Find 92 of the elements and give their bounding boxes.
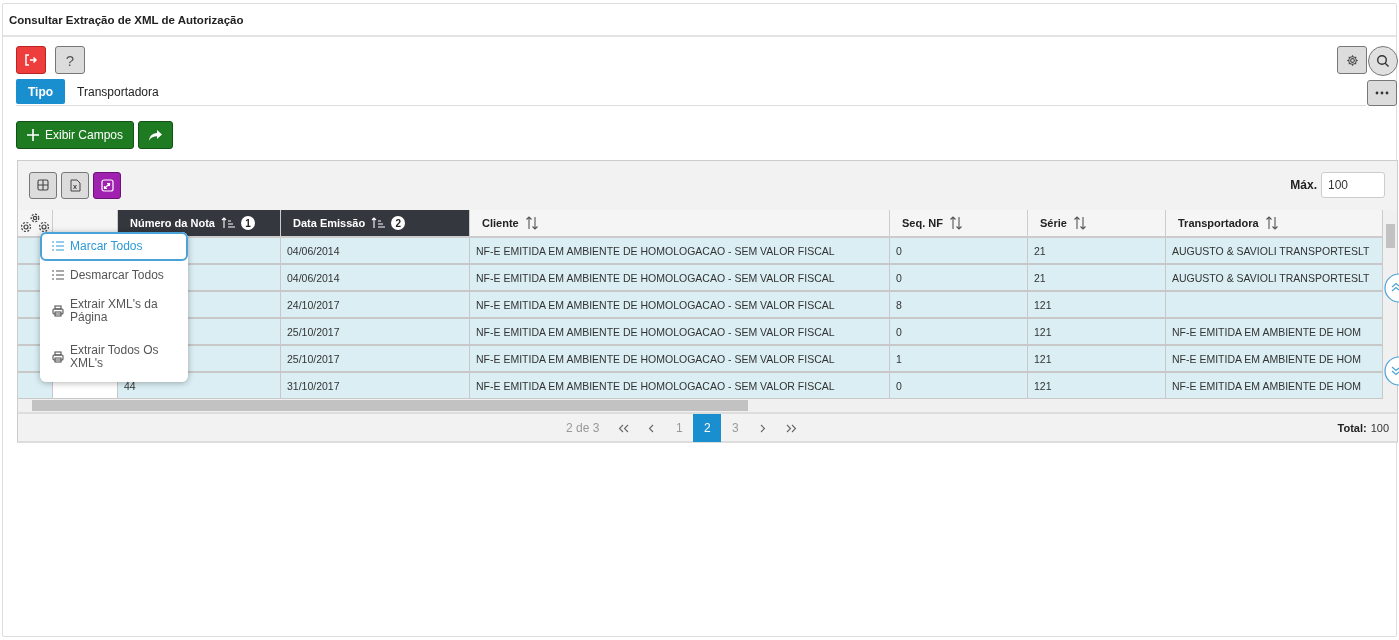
table-cell: 04/06/2014 <box>281 238 470 265</box>
page-summary: 2 de 3 <box>566 421 600 435</box>
more-icon <box>1375 91 1389 95</box>
sort-ascending-icon[interactable] <box>371 217 386 229</box>
sort-icon[interactable] <box>948 216 963 230</box>
table-cell: 04/06/2014 <box>281 265 470 292</box>
sort-icon[interactable] <box>1264 216 1279 230</box>
share-icon <box>149 129 163 141</box>
table-cell: NF-E EMITIDA EM AMBIENTE DE HOMOLOGACAO - SEM VALOR FISCAL <box>470 292 890 319</box>
menu-item[interactable]: Desmarcar Todos <box>40 260 188 290</box>
table-cell: 25/10/2017 <box>281 319 470 346</box>
table-cell: 21 <box>1028 265 1166 292</box>
column-label: Data Emissão <box>293 217 366 229</box>
table-cell: AUGUSTO & SAVIOLI TRANSPORTESLT <box>1166 238 1383 265</box>
settings-button[interactable] <box>1337 46 1367 74</box>
grid-layout-button[interactable] <box>29 171 57 199</box>
tab[interactable]: Tipo <box>16 79 66 104</box>
table-cell: 8 <box>890 292 1028 319</box>
printer-icon <box>52 304 64 317</box>
tab[interactable]: Transportadora <box>65 79 171 104</box>
share-button[interactable] <box>138 121 174 149</box>
column-header[interactable]: Número da Nota 1 <box>118 210 281 238</box>
list-icon <box>52 269 64 280</box>
menu-item-label: Extrair Todos Os XML's <box>70 344 160 370</box>
table-cell: NF-E EMITIDA EM AMBIENTE DE HOMOLOGACAO - SEM VALOR FISCAL <box>470 238 890 265</box>
export-excel-button[interactable] <box>61 171 89 199</box>
column-label: Série <box>1040 217 1067 229</box>
menu-item[interactable]: Extrair XML's da Página <box>40 289 188 336</box>
table-cell: 0 <box>890 319 1028 346</box>
sort-icon[interactable] <box>1072 216 1087 230</box>
previous-page-icon <box>648 423 655 433</box>
sort-ascending-icon[interactable] <box>220 217 235 229</box>
sort-order-badge: 2 <box>391 216 406 230</box>
menu-item-label: Desmarcar Todos <box>70 268 164 282</box>
table-cell: 0 <box>890 238 1028 265</box>
column-label: Seq. NF <box>902 217 943 229</box>
table-cell: NF-E EMITIDA EM AMBIENTE DE HOM <box>1166 346 1383 373</box>
settings-icon <box>1345 53 1359 67</box>
column-header[interactable]: Série <box>1028 210 1166 238</box>
column-label: Cliente <box>482 217 519 229</box>
table-cell: 121 <box>1028 292 1166 319</box>
spreadsheet-file-icon <box>69 178 81 192</box>
table-cell: NF-E EMITIDA EM AMBIENTE DE HOMOLOGACAO - SEM VALOR FISCAL <box>470 346 890 373</box>
sort-icon[interactable] <box>524 216 539 230</box>
max-label: Máx. <box>1290 178 1317 192</box>
last-page-icon <box>785 423 797 433</box>
search-button[interactable] <box>1368 46 1398 76</box>
logout-icon <box>24 53 38 67</box>
table-cell: 21 <box>1028 238 1166 265</box>
printer-icon <box>52 350 64 363</box>
total-count: Total: 100 <box>1337 422 1389 434</box>
max-rows-field[interactable]: 100 <box>1321 172 1385 198</box>
search-icon <box>1376 54 1390 68</box>
sort-order-badge: 1 <box>240 216 255 230</box>
plus-icon <box>27 129 39 141</box>
table-cell: NF-E EMITIDA EM AMBIENTE DE HOMOLOGACAO - SEM VALOR FISCAL <box>470 373 890 400</box>
table-cell: AUGUSTO & SAVIOLI TRANSPORTESLT <box>1166 265 1383 292</box>
column-header[interactable]: Transportadora <box>1166 210 1383 238</box>
column-label: Transportadora <box>1178 217 1259 229</box>
column-header[interactable]: Cliente <box>470 210 890 238</box>
scroll-top-icon[interactable] <box>1381 273 1399 303</box>
table-cell: NF-E EMITIDA EM AMBIENTE DE HOMOLOGACAO - SEM VALOR FISCAL <box>470 319 890 346</box>
list-icon <box>52 241 64 252</box>
menu-item-label: Extrair XML's da Página <box>70 298 159 324</box>
table-cell: NF-E EMITIDA EM AMBIENTE DE HOM <box>1166 373 1383 400</box>
exit-button[interactable] <box>16 46 46 74</box>
table-cell: 25/10/2017 <box>281 346 470 373</box>
table-cell: 0 <box>890 373 1028 400</box>
page-button[interactable]: 2 <box>693 414 722 442</box>
help-button[interactable]: ? <box>55 46 85 74</box>
column-header[interactable]: Seq. NF <box>890 210 1028 238</box>
expand-icon <box>100 178 114 192</box>
table-cell: NF-E EMITIDA EM AMBIENTE DE HOM <box>1166 319 1383 346</box>
table-cell: 31/10/2017 <box>281 373 470 400</box>
first-page-icon <box>617 423 629 433</box>
table-cell: 121 <box>1028 319 1166 346</box>
table-cell: 0 <box>890 265 1028 292</box>
column-header[interactable]: Data Emissão 2 <box>281 210 470 238</box>
gears-icon[interactable] <box>18 212 52 234</box>
table-cell: NF-E EMITIDA EM AMBIENTE DE HOMOLOGACAO - SEM VALOR FISCAL <box>470 265 890 292</box>
scroll-bottom-icon[interactable] <box>1381 356 1399 386</box>
table-cell: 24/10/2017 <box>281 292 470 319</box>
table-cell: 1 <box>890 346 1028 373</box>
expand-button[interactable] <box>93 171 121 199</box>
show-fields-button[interactable]: Exibir Campos <box>16 121 135 149</box>
table-icon <box>37 179 49 191</box>
column-label: Número da Nota <box>130 217 215 229</box>
menu-item-label: Marcar Todos <box>70 240 143 253</box>
next-page-icon <box>760 423 767 433</box>
table-cell: 121 <box>1028 346 1166 373</box>
table-cell: 121 <box>1028 373 1166 400</box>
window-title: Consultar Extração de XML de Autorização <box>3 4 1396 37</box>
